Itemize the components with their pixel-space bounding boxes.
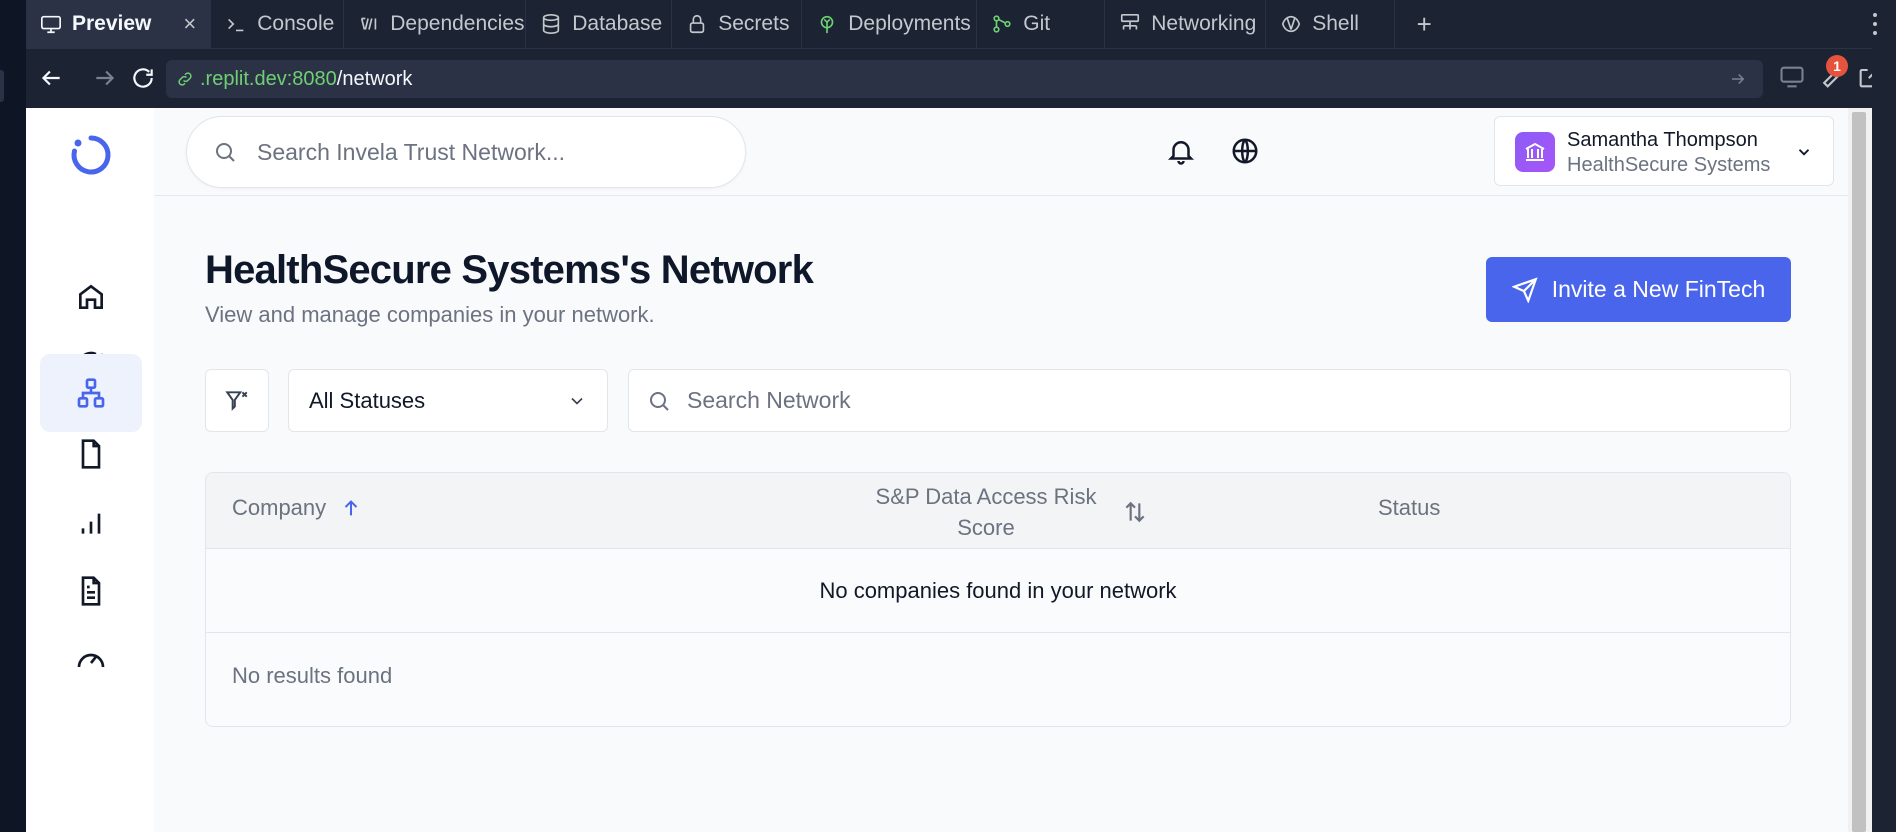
tab-label: Console [257, 12, 335, 35]
ide-tab-bar: Preview × Console Dependencies Database … [26, 0, 1896, 48]
app-header: Samantha Thompson HealthSecure Systems [154, 108, 1848, 196]
lock-icon [690, 14, 705, 34]
home-icon [79, 284, 103, 309]
tab-label: Database [572, 12, 663, 35]
tab-secrets[interactable]: Secrets [672, 0, 803, 48]
sidebar-item-documents[interactable] [40, 552, 142, 630]
preview-frame: Samantha Thompson HealthSecure Systems H… [26, 108, 1848, 832]
tab-label: Networking [1151, 12, 1257, 35]
search-icon [216, 143, 235, 162]
go-arrow-icon[interactable] [1729, 70, 1747, 88]
shell-icon [1282, 15, 1301, 33]
user-menu[interactable]: Samantha Thompson HealthSecure Systems [1494, 116, 1834, 186]
column-status: Status [1378, 495, 1441, 520]
chevron-down-icon [571, 397, 583, 405]
send-icon [1511, 276, 1538, 303]
tab-shell[interactable]: Shell [1266, 0, 1396, 48]
tab-label: Preview [72, 12, 152, 35]
deployments-icon [820, 15, 834, 34]
back-arrow-icon[interactable] [38, 65, 64, 91]
monitor-icon [41, 15, 61, 34]
network-icon [77, 378, 105, 408]
global-search-input[interactable] [257, 138, 745, 166]
tab-label: Secrets [718, 12, 790, 35]
invite-fintech-button[interactable]: Invite a New FinTech [1486, 257, 1791, 322]
tab-deployments[interactable]: Deployments [802, 0, 978, 48]
sidebar-item-home[interactable] [40, 258, 142, 336]
device-icon[interactable] [1778, 63, 1806, 91]
url-bar: .replit.dev:8080 /network 1 [26, 48, 1881, 108]
user-name: Samantha Thompson [1567, 129, 1758, 151]
tab-label: Dependencies [390, 12, 525, 35]
user-org: HealthSecure Systems [1567, 154, 1771, 176]
invite-label: Invite a New FinTech [1551, 276, 1766, 302]
database-icon [543, 14, 560, 34]
clear-filters-button[interactable] [205, 369, 269, 432]
sidebar-item-risk[interactable] [40, 620, 142, 698]
table-header: Company S&P Data Access Risk Score Statu… [206, 473, 1790, 549]
no-results-text: No results found [232, 663, 393, 688]
terminal-icon [228, 18, 244, 32]
sort-ascending-icon[interactable] [340, 497, 362, 519]
tab-label: Shell [1312, 12, 1359, 35]
chevron-down-icon [1798, 149, 1810, 156]
more-vertical-icon[interactable] [1872, 12, 1878, 36]
scrollbar-thumb[interactable] [1852, 112, 1866, 832]
file-icon [81, 439, 101, 469]
bar-chart-icon [81, 513, 101, 534]
bank-icon [1525, 142, 1545, 161]
dependencies-icon [361, 17, 377, 30]
gauge-icon [77, 653, 105, 668]
app-sidebar [26, 108, 154, 832]
network-search[interactable] [628, 369, 1791, 432]
sidebar-item-insights[interactable] [40, 484, 142, 562]
column-company[interactable]: Company [232, 495, 362, 521]
column-risk-score[interactable]: S&P Data Access Risk Score [866, 481, 1106, 543]
tab-console[interactable]: Console [211, 0, 345, 48]
tab-label: Deployments [848, 12, 971, 35]
new-tab-button[interactable]: + [1395, 0, 1453, 48]
tab-networking[interactable]: Networking [1105, 0, 1267, 48]
tab-preview[interactable]: Preview × [26, 0, 212, 48]
search-icon [650, 391, 669, 411]
status-filter-select[interactable]: All Statuses [288, 369, 608, 432]
sort-toggle-icon[interactable] [1122, 499, 1148, 525]
close-tab-icon[interactable]: × [183, 11, 196, 37]
ide-left-gutter [0, 0, 26, 832]
globe-icon[interactable] [1230, 136, 1260, 166]
logo-icon [71, 135, 111, 175]
tab-label: Git [1023, 12, 1051, 35]
page-title: HealthSecure Systems's Network [205, 248, 814, 292]
tab-dependencies[interactable]: Dependencies [344, 0, 527, 48]
git-icon [993, 15, 1011, 33]
avatar [1515, 132, 1555, 172]
forward-arrow-icon[interactable] [92, 65, 118, 91]
status-filter-value: All Statuses [309, 387, 426, 413]
network-search-input[interactable] [687, 387, 1790, 414]
url-host: .replit.dev:8080 [200, 67, 337, 90]
notification-badge: 1 [1826, 55, 1848, 77]
reload-icon[interactable] [130, 65, 156, 91]
tab-database[interactable]: Database [526, 0, 673, 48]
networking-icon [1121, 14, 1140, 30]
bell-icon[interactable] [1166, 136, 1196, 166]
sidebar-item-files[interactable] [40, 415, 142, 493]
filter-x-icon [225, 390, 248, 411]
document-icon [81, 576, 101, 606]
global-search[interactable] [186, 116, 746, 188]
page-subtitle: View and manage companies in your networ… [205, 302, 655, 327]
tab-git[interactable]: Git [977, 0, 1106, 48]
url-path: /network [336, 67, 413, 90]
network-table: Company S&P Data Access Risk Score Statu… [205, 472, 1791, 727]
url-field[interactable]: .replit.dev:8080 /network [166, 60, 1763, 98]
empty-table-row: No companies found in your network [206, 549, 1790, 633]
column-company-label: Company [232, 495, 327, 520]
ide-right-edge [1872, 48, 1896, 832]
link-icon [178, 72, 192, 86]
gutter-handle[interactable] [0, 70, 4, 102]
